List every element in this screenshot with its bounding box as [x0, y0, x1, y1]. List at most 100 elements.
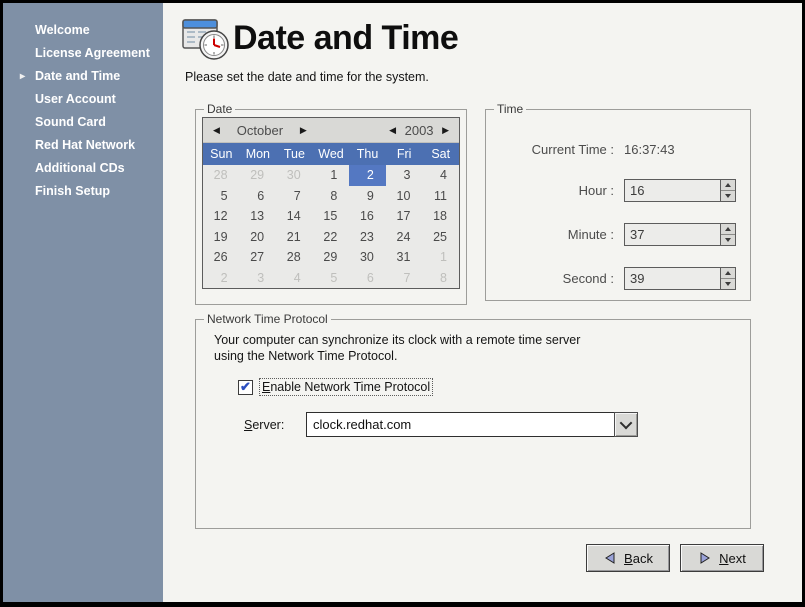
hour-spin-up-icon[interactable] — [721, 180, 735, 191]
calendar-day[interactable]: 5 — [313, 268, 350, 289]
calendar-day[interactable]: 24 — [386, 227, 423, 248]
minute-spinner[interactable]: 37 — [624, 223, 736, 246]
weekday-label: Fri — [386, 143, 423, 165]
calendar-day-selected[interactable]: 2 — [349, 165, 386, 186]
sidebar-item-label: Welcome — [35, 23, 90, 37]
sidebar-item-welcome[interactable]: Welcome — [3, 19, 163, 42]
calendar-day[interactable]: 2 — [203, 268, 240, 289]
server-label: Server: — [244, 418, 306, 432]
sidebar-item-finish-setup[interactable]: Finish Setup — [3, 180, 163, 203]
calendar-month: October — [224, 123, 296, 138]
hour-label: Hour : — [579, 183, 614, 198]
calendar-day[interactable]: 21 — [276, 227, 313, 248]
calendar: ◀ October ▶ ◀ 2003 ▶ SunMonTueWedThuFriS… — [202, 117, 460, 289]
calendar-day[interactable]: 23 — [349, 227, 386, 248]
sidebar-item-sound-card[interactable]: Sound Card — [3, 111, 163, 134]
calendar-day[interactable]: 8 — [422, 268, 459, 289]
ntp-description: Your computer can synchronize its clock … — [214, 332, 580, 364]
calendar-day[interactable]: 20 — [240, 227, 277, 248]
calendar-day[interactable]: 17 — [386, 206, 423, 227]
page-title: Date and Time — [233, 19, 458, 58]
calendar-day[interactable]: 7 — [386, 268, 423, 289]
sidebar-item-label: License Agreement — [35, 46, 150, 60]
enable-ntp-checkbox[interactable]: ✔ — [238, 380, 253, 395]
sidebar-item-license-agreement[interactable]: License Agreement — [3, 42, 163, 65]
minute-spin-down-icon[interactable] — [721, 235, 735, 245]
calendar-day[interactable]: 30 — [276, 165, 313, 186]
calendar-day[interactable]: 31 — [386, 247, 423, 268]
calendar-day[interactable]: 5 — [203, 186, 240, 207]
page-subtitle: Please set the date and time for the sys… — [185, 70, 429, 84]
calendar-day[interactable]: 14 — [276, 206, 313, 227]
calendar-day[interactable]: 7 — [276, 186, 313, 207]
calendar-day[interactable]: 29 — [240, 165, 277, 186]
calendar-day[interactable]: 1 — [422, 247, 459, 268]
calendar-day[interactable]: 3 — [386, 165, 423, 186]
second-value[interactable]: 39 — [625, 268, 720, 289]
calendar-day[interactable]: 4 — [422, 165, 459, 186]
calendar-day[interactable]: 8 — [313, 186, 350, 207]
next-year-icon[interactable]: ▶ — [438, 125, 453, 136]
calendar-day[interactable]: 28 — [203, 165, 240, 186]
calendar-day[interactable]: 15 — [313, 206, 350, 227]
calendar-day[interactable]: 26 — [203, 247, 240, 268]
calendar-day[interactable]: 30 — [349, 247, 386, 268]
checkmark-icon: ✔ — [240, 379, 251, 395]
next-button-label: Next — [719, 551, 746, 566]
server-input[interactable]: clock.redhat.com — [306, 412, 614, 437]
ntp-panel: Network Time Protocol Your computer can … — [195, 319, 751, 529]
main-content: Date and Time Please set the date and ti… — [163, 3, 802, 602]
calendar-day[interactable]: 28 — [276, 247, 313, 268]
calendar-day[interactable]: 10 — [386, 186, 423, 207]
second-label: Second : — [563, 271, 614, 286]
sidebar-item-date-and-time[interactable]: ▸Date and Time — [3, 65, 163, 88]
sidebar-nav: Welcome License Agreement ▸Date and TimeUs… — [3, 3, 163, 602]
server-dropdown-button[interactable] — [614, 412, 638, 437]
minute-value[interactable]: 37 — [625, 224, 720, 245]
second-spin-up-icon[interactable] — [721, 268, 735, 279]
calendar-day[interactable]: 25 — [422, 227, 459, 248]
prev-year-icon[interactable]: ◀ — [385, 125, 400, 136]
calendar-day[interactable]: 22 — [313, 227, 350, 248]
calendar-weekday-row: SunMonTueWedThuFriSat — [203, 143, 459, 165]
calendar-day[interactable]: 9 — [349, 186, 386, 207]
next-month-icon[interactable]: ▶ — [296, 125, 311, 136]
hour-value[interactable]: 16 — [625, 180, 720, 201]
minute-spin-up-icon[interactable] — [721, 224, 735, 235]
second-spinner[interactable]: 39 — [624, 267, 736, 290]
weekday-label: Wed — [313, 143, 350, 165]
sidebar-item-user-account[interactable]: User Account — [3, 88, 163, 111]
back-button[interactable]: Back — [586, 544, 670, 572]
calendar-day[interactable]: 6 — [349, 268, 386, 289]
calendar-day[interactable]: 4 — [276, 268, 313, 289]
calendar-day[interactable]: 13 — [240, 206, 277, 227]
enable-ntp-label[interactable]: Enable Network Time Protocol — [259, 378, 433, 396]
hour-spinner[interactable]: 16 — [624, 179, 736, 202]
calendar-day[interactable]: 27 — [240, 247, 277, 268]
calendar-day[interactable]: 1 — [313, 165, 350, 186]
calendar-day[interactable]: 12 — [203, 206, 240, 227]
next-button[interactable]: Next — [680, 544, 764, 572]
calendar-day[interactable]: 19 — [203, 227, 240, 248]
calendar-day[interactable]: 6 — [240, 186, 277, 207]
active-item-arrow-icon: ▸ — [20, 65, 25, 88]
calendar-day[interactable]: 29 — [313, 247, 350, 268]
calendar-clock-icon — [181, 16, 231, 62]
calendar-day[interactable]: 3 — [240, 268, 277, 289]
second-spin-down-icon[interactable] — [721, 279, 735, 289]
sidebar-item-additional-cds[interactable]: Additional CDs — [3, 157, 163, 180]
prev-month-icon[interactable]: ◀ — [209, 125, 224, 136]
calendar-year: 2003 — [400, 123, 438, 138]
calendar-day[interactable]: 18 — [422, 206, 459, 227]
sidebar-item-red-hat-network[interactable]: Red Hat Network — [3, 134, 163, 157]
minute-label: Minute : — [568, 227, 614, 242]
ntp-panel-legend: Network Time Protocol — [204, 312, 331, 326]
next-arrow-icon — [698, 551, 712, 565]
weekday-label: Sat — [422, 143, 459, 165]
calendar-day[interactable]: 16 — [349, 206, 386, 227]
calendar-grid: 2829301234567891011121314151617181920212… — [203, 165, 459, 288]
calendar-day[interactable]: 11 — [422, 186, 459, 207]
calendar-header: ◀ October ▶ ◀ 2003 ▶ — [203, 118, 459, 143]
hour-spin-down-icon[interactable] — [721, 191, 735, 201]
ntp-description-line1: Your computer can synchronize its clock … — [214, 332, 580, 348]
